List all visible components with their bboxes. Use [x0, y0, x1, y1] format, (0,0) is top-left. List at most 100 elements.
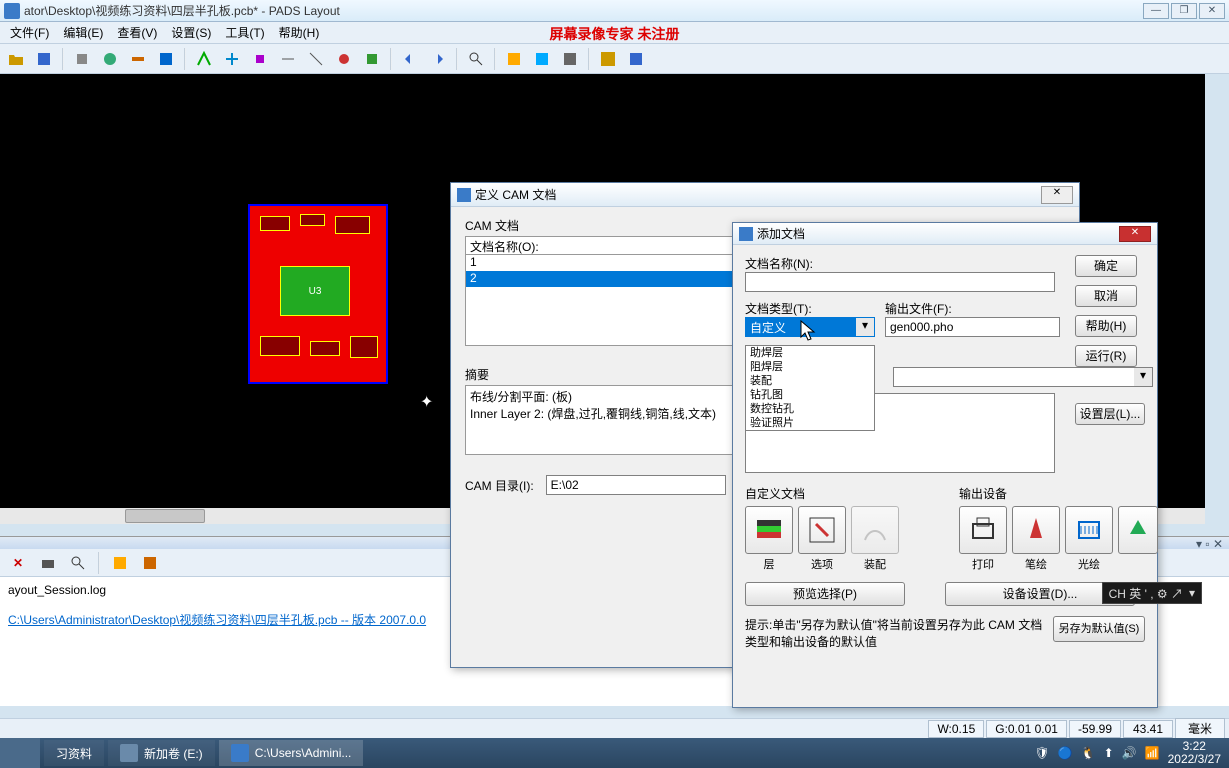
menu-file[interactable]: 文件(F): [4, 22, 55, 43]
tray-icon[interactable]: 🐧: [1081, 746, 1096, 760]
add-doc-dialog: 添加文档 ✕ 确定 取消 帮助(H) 运行(R) 设置层(L)... 文档名称(…: [732, 222, 1158, 708]
camdir-label: CAM 目录(I):: [465, 477, 534, 494]
layers-button[interactable]: [745, 506, 793, 554]
tray-icon[interactable]: 📶: [1145, 746, 1160, 760]
panel-pin-icon[interactable]: ▾ ▫ ✕: [1196, 537, 1223, 549]
status-g: G:0.01 0.01: [986, 720, 1067, 738]
menu-view[interactable]: 查看(V): [111, 22, 163, 43]
secondary-combo[interactable]: ▾: [893, 367, 1153, 387]
doctype-label: 文档类型(T):: [745, 300, 875, 317]
tool-icon[interactable]: [98, 47, 122, 71]
save-default-button[interactable]: 另存为默认值(S): [1053, 616, 1145, 642]
dropdown-item[interactable]: 装配: [746, 374, 874, 388]
minimize-button[interactable]: —: [1143, 3, 1169, 19]
tool-icon[interactable]: [624, 47, 648, 71]
tray-icon[interactable]: 🛡: [1035, 746, 1050, 760]
menu-help[interactable]: 帮助(H): [273, 22, 326, 43]
chevron-down-icon[interactable]: ▾: [1134, 368, 1152, 386]
tool-icon[interactable]: [126, 47, 150, 71]
dropdown-item[interactable]: 钻孔图: [746, 388, 874, 402]
dropdown-item[interactable]: 数控钻孔: [746, 402, 874, 416]
close-icon[interactable]: ✕: [6, 551, 30, 575]
tray-icon[interactable]: 🔵: [1058, 746, 1073, 760]
dialog-close-button[interactable]: ✕: [1119, 226, 1151, 242]
tool-icon[interactable]: [70, 47, 94, 71]
taskbar-item[interactable]: C:\Users\Admini...: [219, 740, 364, 766]
status-x: -59.99: [1069, 720, 1121, 738]
route-icon[interactable]: [248, 47, 272, 71]
menu-edit[interactable]: 编辑(E): [57, 22, 109, 43]
output-device-label: 输出设备: [959, 485, 1158, 502]
pcb-board: U3: [248, 204, 388, 384]
dropdown-item[interactable]: 验证照片: [746, 416, 874, 430]
hint-text: 提示:单击"另存为默认值"将当前设置另存为此 CAM 文档类型和输出设备的默认值: [745, 616, 1047, 650]
dialog-icon: [457, 188, 471, 202]
print-button[interactable]: [959, 506, 1007, 554]
status-unit: 毫米: [1175, 718, 1225, 739]
route-icon[interactable]: [220, 47, 244, 71]
cancel-button[interactable]: 取消: [1075, 285, 1137, 307]
menu-tools[interactable]: 工具(T): [219, 22, 270, 43]
find-icon[interactable]: [66, 551, 90, 575]
save-icon[interactable]: [32, 47, 56, 71]
main-toolbar: [0, 44, 1229, 74]
window-title: ator\Desktop\视频练习资料\四层半孔板.pcb* - PADS La…: [24, 2, 1143, 19]
system-tray[interactable]: 🛡 🔵 🐧 ⬆ 🔊 📶 3:22 2022/3/27: [1035, 740, 1229, 766]
camdir-input[interactable]: [546, 475, 726, 495]
menu-settings[interactable]: 设置(S): [165, 22, 217, 43]
tool-icon[interactable]: [154, 47, 178, 71]
redo-icon[interactable]: [426, 47, 450, 71]
dimension-icon[interactable]: [304, 47, 328, 71]
tray-icon[interactable]: 🔊: [1122, 746, 1137, 760]
ok-button[interactable]: 确定: [1075, 255, 1137, 277]
mouse-cursor-icon: [800, 320, 818, 342]
status-y: 43.41: [1123, 720, 1173, 738]
tool-icon[interactable]: [530, 47, 554, 71]
dialog-icon: [739, 227, 753, 241]
taskbar-item[interactable]: 习资料: [44, 740, 104, 766]
zoom-icon[interactable]: [464, 47, 488, 71]
undo-icon[interactable]: [398, 47, 422, 71]
penplot-button[interactable]: [1012, 506, 1060, 554]
doctype-dropdown[interactable]: 助焊层 阻焊层 装配 钻孔图 数控钻孔 验证照片: [745, 345, 875, 431]
dropdown-item[interactable]: 助焊层: [746, 346, 874, 360]
drill-button[interactable]: [1118, 506, 1158, 554]
taskbar-clock[interactable]: 3:22 2022/3/27: [1168, 740, 1221, 766]
tool-icon[interactable]: [558, 47, 582, 71]
close-button[interactable]: ✕: [1199, 3, 1225, 19]
tool-icon[interactable]: [332, 47, 356, 71]
watermark-text: 屏幕录像专家 未注册: [550, 24, 680, 44]
dropdown-item[interactable]: 阻焊层: [746, 360, 874, 374]
assembly-button: [851, 506, 899, 554]
outfile-label: 输出文件(F):: [885, 300, 1060, 317]
chevron-down-icon[interactable]: ▾: [856, 318, 874, 336]
photoplot-button[interactable]: [1065, 506, 1113, 554]
tool-icon[interactable]: [108, 551, 132, 575]
log-link[interactable]: C:\Users\Administrator\Desktop\视频练习资料\四层…: [8, 613, 426, 627]
maximize-button[interactable]: ❐: [1171, 3, 1197, 19]
print-icon[interactable]: [36, 551, 60, 575]
tool-icon[interactable]: [502, 47, 526, 71]
taskbar-item[interactable]: 新加卷 (E:): [108, 740, 215, 766]
tool-icon[interactable]: [138, 551, 162, 575]
dialog-title: 添加文档: [757, 225, 805, 242]
route-icon[interactable]: [192, 47, 216, 71]
tool-icon[interactable]: [596, 47, 620, 71]
custom-doc-label: 自定义文档: [745, 485, 899, 502]
outfile-input[interactable]: [885, 317, 1060, 337]
tool-icon[interactable]: [360, 47, 384, 71]
status-bar: W:0.15 G:0.01 0.01 -59.99 43.41 毫米: [0, 718, 1229, 738]
start-button[interactable]: [0, 738, 40, 768]
open-icon[interactable]: [4, 47, 28, 71]
dialog-title: 定义 CAM 文档: [475, 186, 556, 203]
ime-toolbar[interactable]: CH 英 ' , ⚙ ↗ ▾: [1102, 582, 1202, 604]
dimension-icon[interactable]: [276, 47, 300, 71]
dialog-close-button[interactable]: ✕: [1041, 186, 1073, 204]
docname-input[interactable]: [745, 272, 1055, 292]
setlayer-button[interactable]: 设置层(L)...: [1075, 403, 1145, 425]
tray-icon[interactable]: ⬆: [1104, 746, 1114, 760]
preview-button[interactable]: 预览选择(P): [745, 582, 905, 606]
options-button[interactable]: [798, 506, 846, 554]
help-button[interactable]: 帮助(H): [1075, 315, 1137, 337]
run-button[interactable]: 运行(R): [1075, 345, 1137, 367]
